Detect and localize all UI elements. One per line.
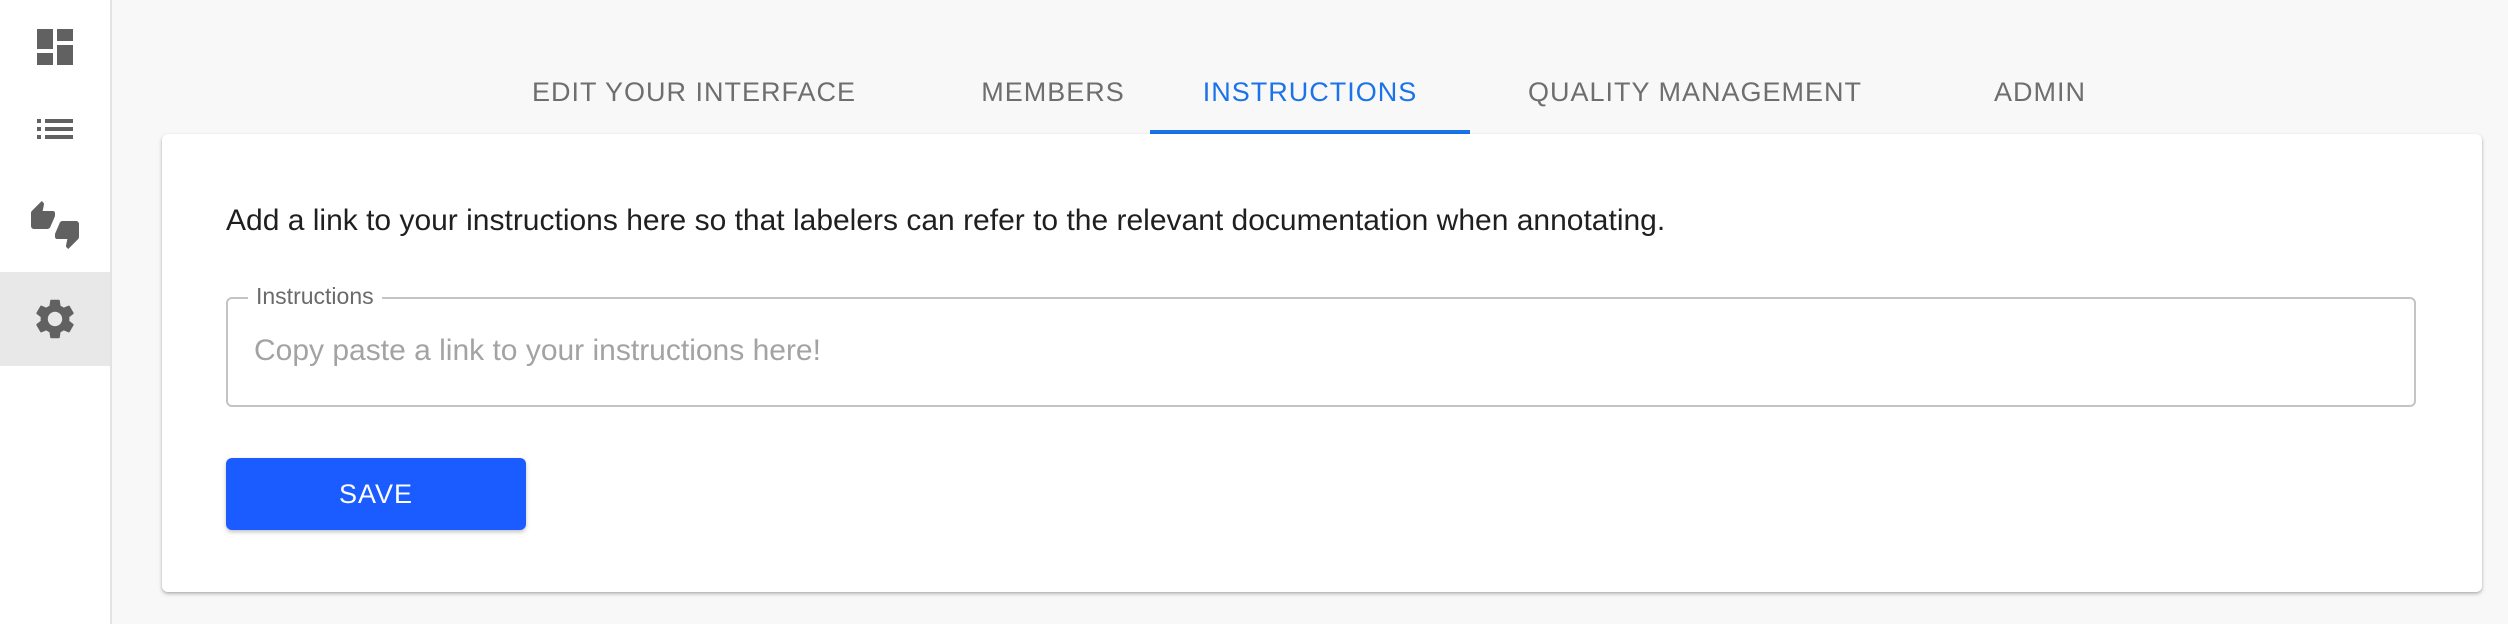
settings-tabs: EDIT YOUR INTERFACE MEMBERS INSTRUCTIONS… xyxy=(440,50,2140,134)
dashboard-icon xyxy=(37,29,73,65)
instructions-input[interactable] xyxy=(254,323,2384,379)
instructions-field[interactable]: Instructions xyxy=(226,283,2416,407)
sidebar-item-settings[interactable] xyxy=(0,272,110,366)
sidebar-item-review[interactable] xyxy=(0,178,110,272)
tab-instructions[interactable]: INSTRUCTIONS xyxy=(1150,50,1470,134)
list-icon xyxy=(37,119,73,139)
instructions-field-label: Instructions xyxy=(248,283,382,310)
tab-admin[interactable]: ADMIN xyxy=(1880,50,2200,134)
instructions-card: Add a link to your instructions here so … xyxy=(162,134,2482,592)
thumbs-up-down-icon xyxy=(31,201,79,249)
tab-quality-management[interactable]: QUALITY MANAGEMENT xyxy=(1480,50,1910,134)
save-button[interactable]: SAVE xyxy=(226,458,526,530)
instructions-description: Add a link to your instructions here so … xyxy=(226,204,1666,237)
sidebar xyxy=(0,0,112,624)
sidebar-item-list[interactable] xyxy=(0,82,110,176)
sidebar-item-dashboard[interactable] xyxy=(0,0,110,94)
tab-edit-your-interface[interactable]: EDIT YOUR INTERFACE xyxy=(480,50,908,134)
settings-gear-icon xyxy=(36,299,74,339)
